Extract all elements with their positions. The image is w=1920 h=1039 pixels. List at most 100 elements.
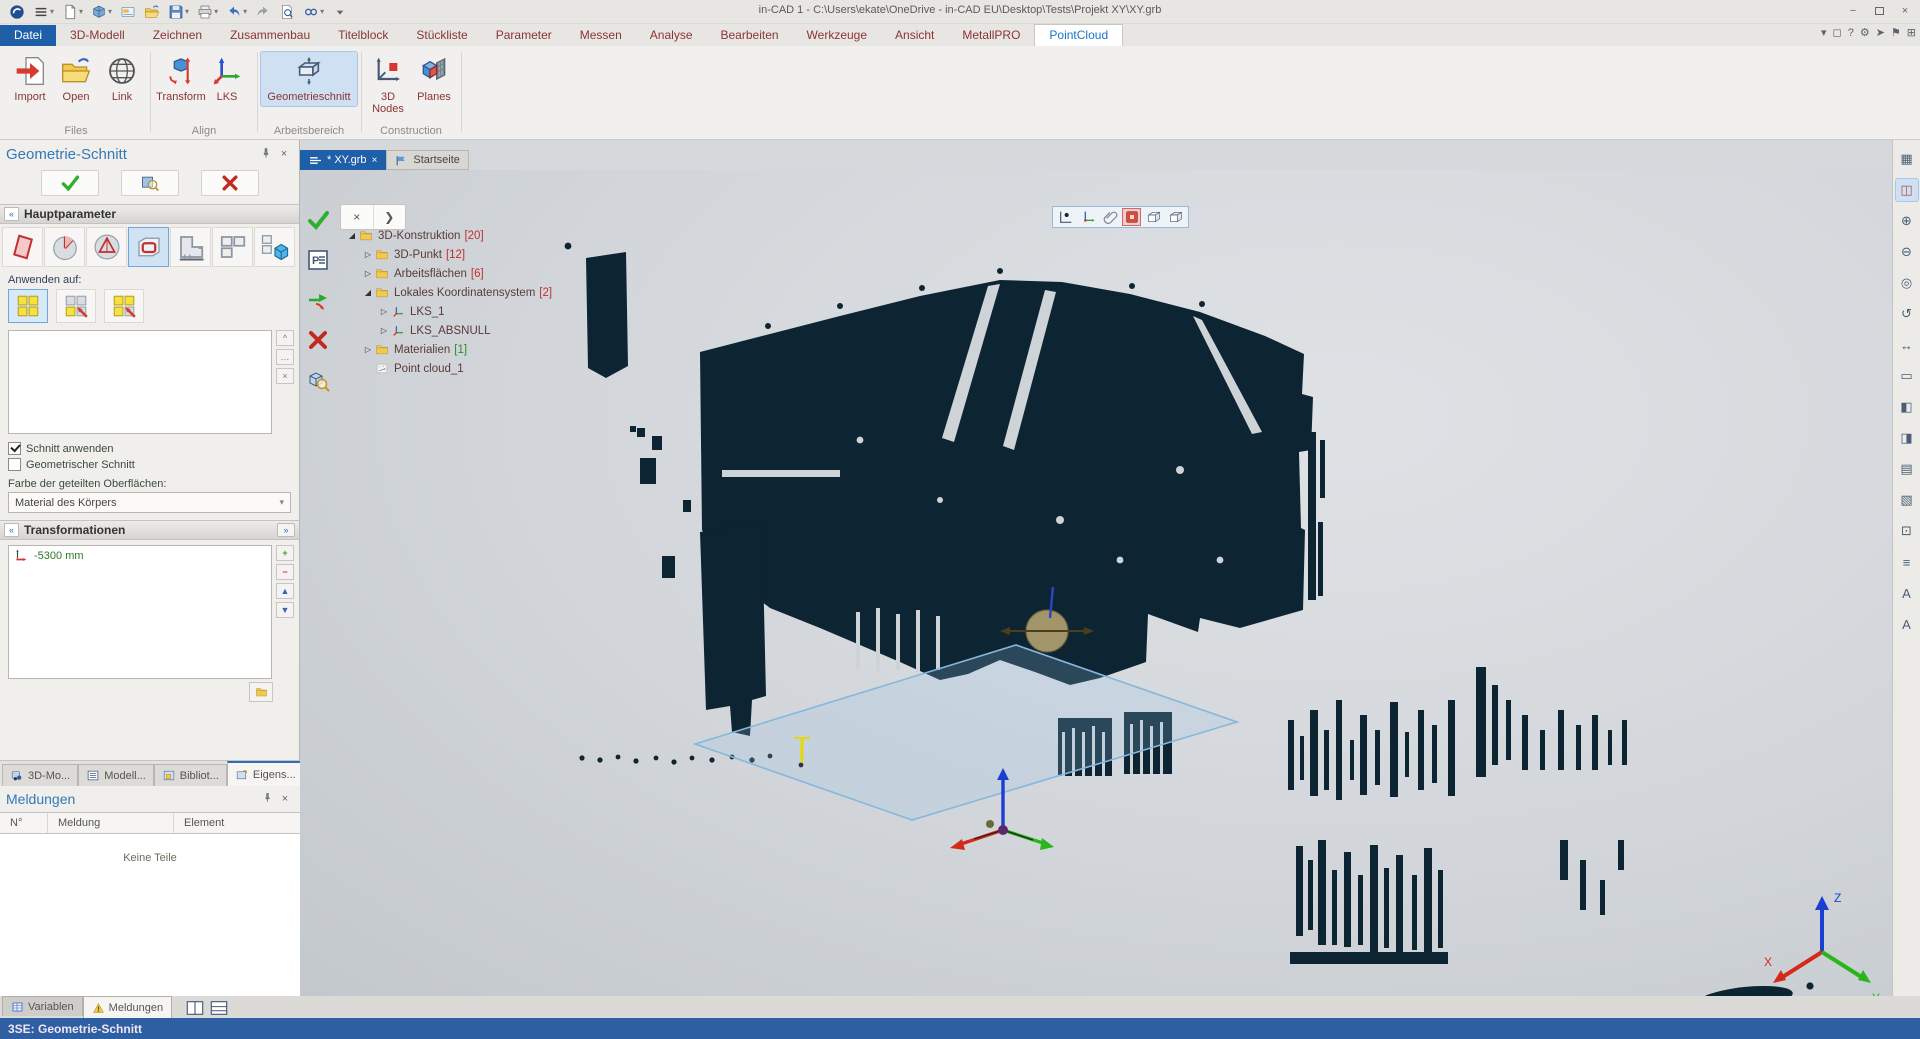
document-tab-startseite[interactable]: Startseite (386, 150, 468, 170)
box-mode-icon[interactable] (1144, 208, 1163, 226)
help-icon[interactable]: ? (1848, 27, 1854, 39)
tree-item-lks-1[interactable]: ▷ LKS_1 (346, 302, 552, 321)
section-box-button[interactable] (128, 227, 169, 267)
app-logo-icon[interactable] (6, 2, 28, 22)
section-right-tool[interactable]: ◨ (1896, 427, 1918, 449)
ribbon-collapse-icon[interactable]: ▾ (1821, 26, 1827, 39)
orbit-tool[interactable]: ↺ (1896, 303, 1918, 325)
ribbon-tab[interactable]: Messen (566, 25, 636, 46)
lks-button[interactable]: LKS (204, 52, 250, 106)
ribbon-tab[interactable]: 3D-Modell (56, 25, 139, 46)
link-button[interactable]: Link (99, 52, 145, 106)
ribbon-tab[interactable]: Zeichnen (139, 25, 216, 46)
zoom-fit-tool[interactable]: ◎ (1896, 272, 1918, 294)
section-plane[interactable] (695, 645, 1237, 820)
tree-expand-icon[interactable]: ◢ (362, 288, 374, 297)
open-folder-icon[interactable] (141, 2, 163, 22)
tree-expand-icon[interactable]: ▷ (378, 326, 390, 335)
tree-expand-icon[interactable]: ▷ (362, 250, 374, 259)
render-mode-tool[interactable]: ◫ (1896, 179, 1918, 201)
section-cells-button[interactable] (212, 227, 253, 267)
attach-icon[interactable] (1100, 208, 1119, 226)
settings-icon[interactable]: ⚙ (1860, 26, 1870, 39)
tree-item-point-cloud-1[interactable]: Point cloud_1 (346, 359, 552, 378)
apply-to-selected-button[interactable] (56, 289, 96, 323)
transformation-item[interactable]: -5300 mm (13, 549, 267, 563)
tab-modell[interactable]: Modell... (78, 764, 154, 786)
tree-expand-icon[interactable]: ▷ (362, 269, 374, 278)
ribbon-tab[interactable]: Datei (0, 25, 56, 46)
meldungen-pin-icon[interactable] (258, 792, 276, 806)
transform-button[interactable]: Transform (158, 52, 204, 106)
expand-panel-icon[interactable]: » (277, 523, 295, 537)
close-button[interactable]: × (1894, 2, 1916, 20)
section-left-tool[interactable]: ◧ (1896, 396, 1918, 418)
section-plane-button[interactable] (2, 227, 43, 267)
transformationen-header[interactable]: « Transformationen » (0, 520, 299, 540)
hauptparameter-header[interactable]: « Hauptparameter (0, 204, 299, 224)
remove-transformation-button[interactable]: − (276, 564, 294, 580)
zoom-out-tool[interactable]: ⊖ (1896, 241, 1918, 263)
tree-item-3d-punkt[interactable]: ▷ 3D-Punkt [12] (346, 245, 552, 264)
app-menu-icon[interactable]: ▾ (30, 2, 57, 22)
tab-meldungen[interactable]: Meldungen (83, 996, 172, 1018)
clip-box-tool[interactable]: ⊡ (1896, 520, 1918, 542)
tab-variablen[interactable]: Variablen (2, 996, 83, 1016)
tree-item-arbeitsflaechen[interactable]: ▷ Arbeitsflächen [6] (346, 264, 552, 283)
move-transformation-down-button[interactable]: ▼ (276, 602, 294, 618)
tree-item-lokales-koordinatensystem[interactable]: ◢ Lokales Koordinatensystem [2] (346, 283, 552, 302)
collapse-icon[interactable]: « (4, 523, 19, 537)
zoom-window-tool[interactable]: ▭ (1896, 365, 1918, 387)
ribbon-tab[interactable]: Parameter (482, 25, 566, 46)
ribbon-tab[interactable]: MetallPRO (948, 25, 1034, 46)
save-icon[interactable]: ▾ (165, 2, 192, 22)
tree-expand-icon[interactable]: ▷ (362, 345, 374, 354)
meldungen-close-icon[interactable]: × (276, 793, 294, 805)
tab-3d-modell[interactable]: 3D-Mo... (2, 764, 78, 786)
collapse-icon[interactable]: « (4, 207, 19, 221)
new-document-icon[interactable]: ▾ (59, 2, 86, 22)
apply-to-all-button[interactable] (8, 289, 48, 323)
planes-button[interactable]: Planes (411, 52, 457, 106)
tree-item-materialien[interactable]: ▷ Materialien [1] (346, 340, 552, 359)
print-icon[interactable]: ▾ (194, 2, 221, 22)
viewport-confirm-icon[interactable] (304, 206, 332, 234)
section-corner-button[interactable] (170, 227, 211, 267)
titleblock-icon[interactable] (117, 2, 139, 22)
hatch-tool[interactable]: ▧ (1896, 489, 1918, 511)
import-button[interactable]: Import (7, 52, 53, 106)
viewport-cancel-icon[interactable] (304, 326, 332, 354)
viewport-properties-icon[interactable] (304, 246, 332, 274)
tab-eigenschaften[interactable]: Eigens... (227, 761, 304, 786)
cancel-button[interactable] (201, 170, 259, 196)
send-icon[interactable]: ➤ (1876, 26, 1885, 39)
document-tab-xy-grb[interactable]: * XY.grb × (300, 150, 386, 170)
panel-pin-icon[interactable] (257, 147, 275, 162)
selection-list[interactable] (8, 330, 272, 434)
add-transformation-button[interactable]: + (276, 545, 294, 561)
3d-nodes-button[interactable]: 3D Nodes (365, 52, 411, 118)
section-sphere-button[interactable] (86, 227, 127, 267)
flag-icon[interactable]: ⚑ (1891, 26, 1901, 39)
viewport-split-icon[interactable] (304, 286, 332, 314)
move-transformation-up-button[interactable]: ▲ (276, 583, 294, 599)
maximize-button[interactable] (1868, 2, 1890, 20)
split-vertical-icon[interactable] (186, 1001, 204, 1015)
apply-to-inverted-button[interactable] (104, 289, 144, 323)
transformations-list[interactable]: -5300 mm (8, 545, 272, 679)
geometrischer-schnitt-checkbox[interactable]: Geometrischer Schnitt (8, 458, 291, 471)
list-tool[interactable]: ≡ (1896, 551, 1918, 573)
minimize-button[interactable]: − (1842, 2, 1864, 20)
ribbon-tab[interactable]: Ansicht (881, 25, 948, 46)
viewport[interactable]: * XY.grb × Startseite × ❯ (300, 140, 1892, 996)
ribbon-tab[interactable]: Zusammenbau (216, 25, 324, 46)
annotation-tool[interactable]: A (1896, 582, 1918, 604)
ribbon-tab[interactable]: Analyse (636, 25, 707, 46)
split-horizontal-icon[interactable] (210, 1001, 228, 1015)
ribbon-tab[interactable]: Titelblock (324, 25, 402, 46)
print-preview-icon[interactable] (276, 2, 298, 22)
ribbon-tab[interactable]: PointCloud (1034, 24, 1123, 46)
box-open-mode-icon[interactable] (1166, 208, 1185, 226)
mini-expand-button[interactable]: ❯ (374, 205, 406, 229)
ribbon-tab[interactable]: Stückliste (402, 25, 481, 46)
